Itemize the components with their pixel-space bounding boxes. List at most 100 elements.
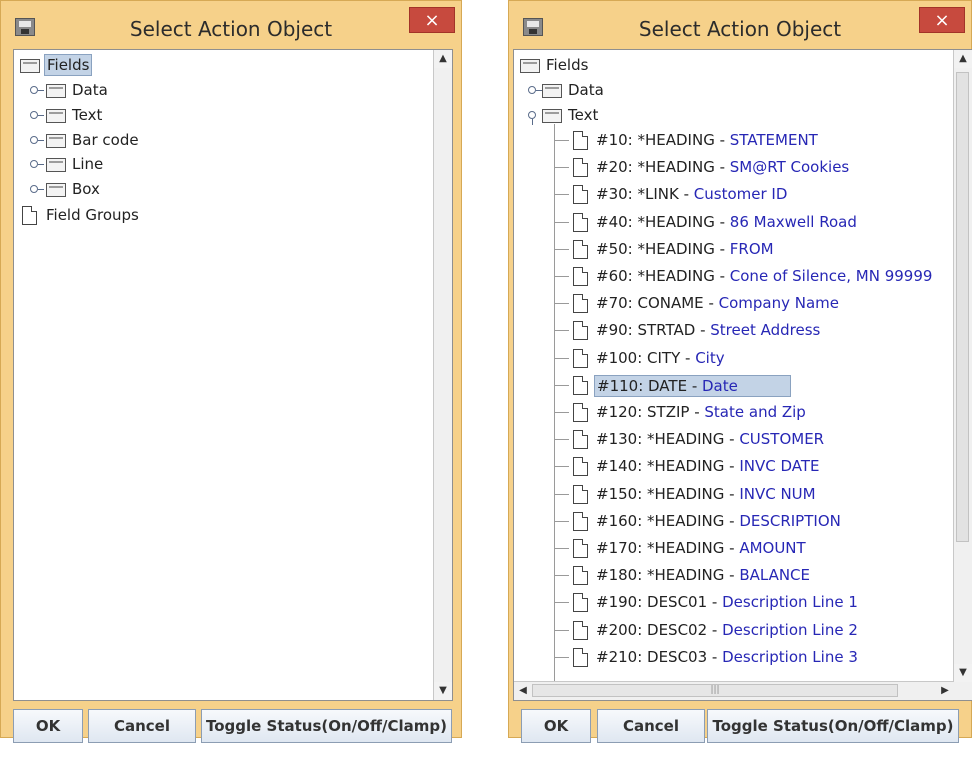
vertical-scroll-thumb[interactable]: [956, 72, 969, 542]
field-code: #160: *HEADING: [596, 512, 725, 530]
field-description: SM@RT Cookies: [729, 158, 850, 176]
expand-toggle-icon[interactable]: [528, 86, 542, 94]
expand-toggle-icon[interactable]: [30, 185, 44, 193]
field-code: #140: *HEADING: [596, 457, 725, 475]
folder-icon: [542, 109, 562, 123]
dialog-title: Select Action Object: [638, 17, 842, 41]
toggle-status-button[interactable]: Toggle Status(On/Off/Clamp): [201, 709, 452, 743]
document-icon: [573, 430, 588, 449]
tree-node-label: Box: [72, 180, 100, 198]
horizontal-scroll-thumb[interactable]: |||: [532, 684, 898, 697]
close-button[interactable]: ×: [919, 7, 965, 33]
field-code: #30: *LINK: [596, 185, 679, 203]
tree-node-label: Fields: [44, 54, 93, 76]
tree-node-label: #40: *HEADING - 86 Maxwell Road: [596, 213, 857, 231]
field-code: #20: *HEADING: [596, 158, 715, 176]
field-description: CUSTOMER: [739, 430, 825, 448]
field-code: #190: DESC01: [596, 593, 708, 611]
tree-guide-line: [555, 494, 569, 495]
folder-icon: [520, 59, 540, 73]
tree-node-label: #50: *HEADING - FROM: [596, 240, 774, 258]
vertical-scrollbar[interactable]: ▲ ▼: [953, 50, 972, 682]
select-action-object-dialog-left: Select Action Object × Fields Data Text …: [0, 0, 462, 743]
close-button[interactable]: ×: [409, 7, 455, 33]
field-description: City: [695, 349, 725, 367]
tree-node-label: #10: *HEADING - STATEMENT: [596, 131, 818, 149]
tree-node-label: #70: CONAME - Company Name: [596, 294, 840, 312]
field-code: #130: *HEADING: [596, 430, 725, 448]
tree-node-label: #120: STZIP - State and Zip: [596, 403, 806, 421]
tree-guide-line: [555, 575, 569, 576]
tree-node-label: #150: *HEADING - INVC NUM: [596, 485, 816, 503]
document-icon: [573, 539, 588, 558]
fields-tree[interactable]: Fields Data Text Bar code Line Box Field…: [13, 49, 453, 701]
tree-node-label: Data: [72, 81, 108, 99]
tree-node-label: Field Groups: [46, 206, 139, 224]
document-icon: [573, 213, 588, 232]
fields-tree[interactable]: Fields Data Text #10: *HEADING - STATEME…: [513, 49, 972, 701]
select-action-object-dialog-right: Select Action Object × Fields Data Text …: [508, 0, 972, 743]
tree-node-label: Fields: [546, 56, 589, 74]
tree-node-label: #190: DESC01 - Description Line 1: [596, 593, 858, 611]
expand-toggle-icon[interactable]: [30, 160, 44, 168]
document-icon: [573, 485, 588, 504]
horizontal-scrollbar[interactable]: ◀ ||| ▶: [514, 681, 954, 700]
field-description: INVC NUM: [739, 485, 816, 503]
tree-guide-line: [555, 657, 569, 658]
field-code: #100: CITY: [596, 349, 681, 367]
field-code: #90: STRTAD: [596, 321, 696, 339]
dialog-title: Select Action Object: [129, 17, 333, 41]
field-code: #120: STZIP: [596, 403, 690, 421]
tree-guide-line: [555, 630, 569, 631]
tree-node-label: #170: *HEADING - AMOUNT: [596, 539, 806, 557]
document-icon: [573, 185, 588, 204]
vertical-scrollbar[interactable]: ▲ ▼: [433, 50, 452, 700]
expand-toggle-icon[interactable]: [30, 111, 44, 119]
scroll-down-arrow-icon[interactable]: ▼: [434, 682, 452, 700]
collapse-toggle-icon[interactable]: [528, 111, 536, 125]
field-code: #200: DESC02: [596, 621, 708, 639]
toggle-status-button[interactable]: Toggle Status(On/Off/Clamp): [707, 709, 959, 743]
field-description: Description Line 3: [722, 648, 858, 666]
title-bar[interactable]: Select Action Object ×: [509, 1, 971, 49]
tree-node-label: #200: DESC02 - Description Line 2: [596, 621, 858, 639]
field-description: Company Name: [718, 294, 840, 312]
field-description: 86 Maxwell Road: [729, 213, 857, 231]
scroll-up-arrow-icon[interactable]: ▲: [954, 50, 972, 68]
field-code: #210: DESC03: [596, 648, 708, 666]
document-icon: [573, 349, 588, 368]
tree-guide-line: [555, 167, 569, 168]
field-code: #10: *HEADING: [596, 131, 715, 149]
scroll-up-arrow-icon[interactable]: ▲: [434, 50, 452, 68]
cancel-button[interactable]: Cancel: [88, 709, 196, 743]
cancel-button[interactable]: Cancel: [597, 709, 705, 743]
title-bar[interactable]: Select Action Object ×: [1, 1, 461, 49]
field-description: Description Line 2: [722, 621, 858, 639]
scroll-down-arrow-icon[interactable]: ▼: [954, 664, 972, 682]
document-icon: [573, 294, 588, 313]
tree-node-label: #210: DESC03 - Description Line 3: [596, 648, 858, 666]
folder-icon: [46, 84, 66, 98]
field-description: Cone of Silence, MN 99999: [729, 267, 933, 285]
document-icon: [573, 593, 588, 612]
folder-icon: [20, 59, 40, 73]
folder-icon: [46, 158, 66, 172]
expand-toggle-icon[interactable]: [30, 136, 44, 144]
ok-button[interactable]: OK: [13, 709, 83, 743]
tree-guide-line: [555, 140, 569, 141]
scroll-left-arrow-icon[interactable]: ◀: [514, 682, 532, 700]
tree-guide-line: [555, 249, 569, 250]
expand-toggle-icon[interactable]: [30, 86, 44, 94]
field-code: #40: *HEADING: [596, 213, 715, 231]
field-description: State and Zip: [704, 403, 806, 421]
folder-icon: [46, 109, 66, 123]
scroll-right-arrow-icon[interactable]: ▶: [936, 682, 954, 700]
tree-guide-line: [555, 303, 569, 304]
document-icon: [573, 131, 588, 150]
tree-node-label: #160: *HEADING - DESCRIPTION: [596, 512, 841, 530]
field-code: #60: *HEADING: [596, 267, 715, 285]
field-description: DESCRIPTION: [739, 512, 841, 530]
tree-guide-line: [554, 124, 555, 684]
field-code: #50: *HEADING: [596, 240, 715, 258]
ok-button[interactable]: OK: [521, 709, 591, 743]
